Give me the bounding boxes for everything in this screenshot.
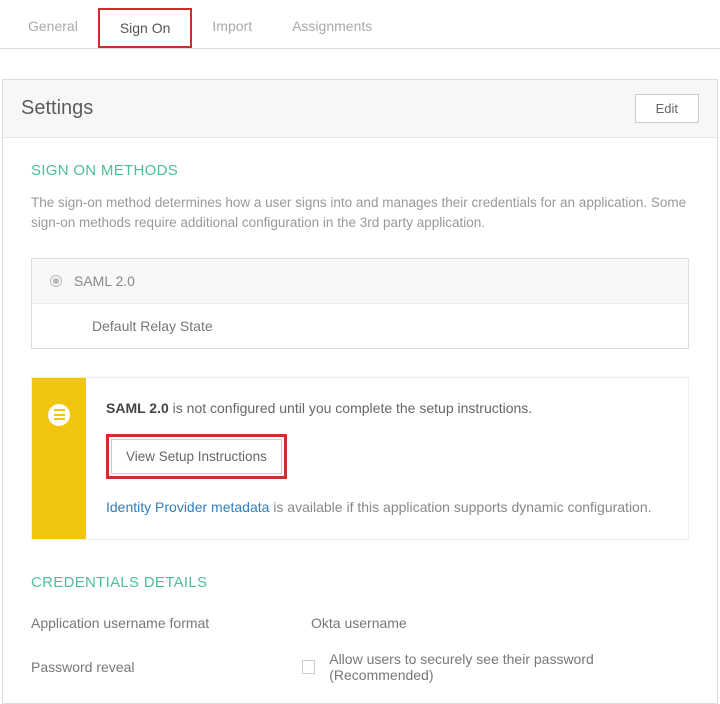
- callout-body: SAML 2.0 is not configured until you com…: [86, 378, 688, 539]
- password-reveal-checkbox[interactable]: [302, 660, 316, 674]
- list-icon: [48, 404, 70, 426]
- username-format-row: Application username format Okta usernam…: [31, 605, 689, 641]
- username-format-value: Okta username: [311, 615, 407, 631]
- tab-general[interactable]: General: [8, 8, 98, 48]
- settings-panel: Settings Edit SIGN ON METHODS The sign-o…: [2, 79, 718, 704]
- idp-metadata-line: Identity Provider metadata is available …: [106, 499, 668, 515]
- page-title: Settings: [21, 97, 93, 120]
- relay-state-label: Default Relay State: [50, 318, 213, 334]
- panel-body: SIGN ON METHODS The sign-on method deter…: [3, 138, 717, 703]
- tab-assignments[interactable]: Assignments: [272, 8, 392, 48]
- saml-rest: is not configured until you complete the…: [169, 400, 532, 416]
- edit-button[interactable]: Edit: [635, 94, 699, 123]
- tab-sign-on[interactable]: Sign On: [98, 8, 193, 48]
- credentials-details-heading: CREDENTIALS DETAILS: [31, 574, 689, 591]
- password-reveal-value: Allow users to securely see their passwo…: [329, 651, 689, 683]
- relay-state-row: Default Relay State: [32, 304, 688, 348]
- saml-config-warning: SAML 2.0 is not configured until you com…: [106, 400, 668, 416]
- idp-metadata-tail: is available if this application support…: [269, 499, 651, 515]
- saml-setup-callout: SAML 2.0 is not configured until you com…: [31, 377, 689, 540]
- signon-methods-description: The sign-on method determines how a user…: [31, 193, 689, 234]
- signon-methods-heading: SIGN ON METHODS: [31, 162, 689, 179]
- tab-import[interactable]: Import: [192, 8, 272, 48]
- password-reveal-label: Password reveal: [31, 659, 302, 675]
- idp-metadata-link[interactable]: Identity Provider metadata: [106, 499, 269, 515]
- saml-bold: SAML 2.0: [106, 400, 169, 416]
- username-format-label: Application username format: [31, 615, 311, 631]
- callout-accent: [32, 378, 86, 539]
- view-setup-instructions-button[interactable]: View Setup Instructions: [111, 439, 282, 474]
- method-saml-row[interactable]: SAML 2.0: [32, 259, 688, 304]
- radio-icon: [50, 275, 62, 287]
- panel-header: Settings Edit: [3, 80, 717, 138]
- password-reveal-row: Password reveal Allow users to securely …: [31, 641, 689, 693]
- method-saml-label: SAML 2.0: [74, 273, 135, 289]
- signon-methods-box: SAML 2.0 Default Relay State: [31, 258, 689, 349]
- setup-highlight: View Setup Instructions: [106, 434, 287, 479]
- tabs: General Sign On Import Assignments: [0, 0, 720, 49]
